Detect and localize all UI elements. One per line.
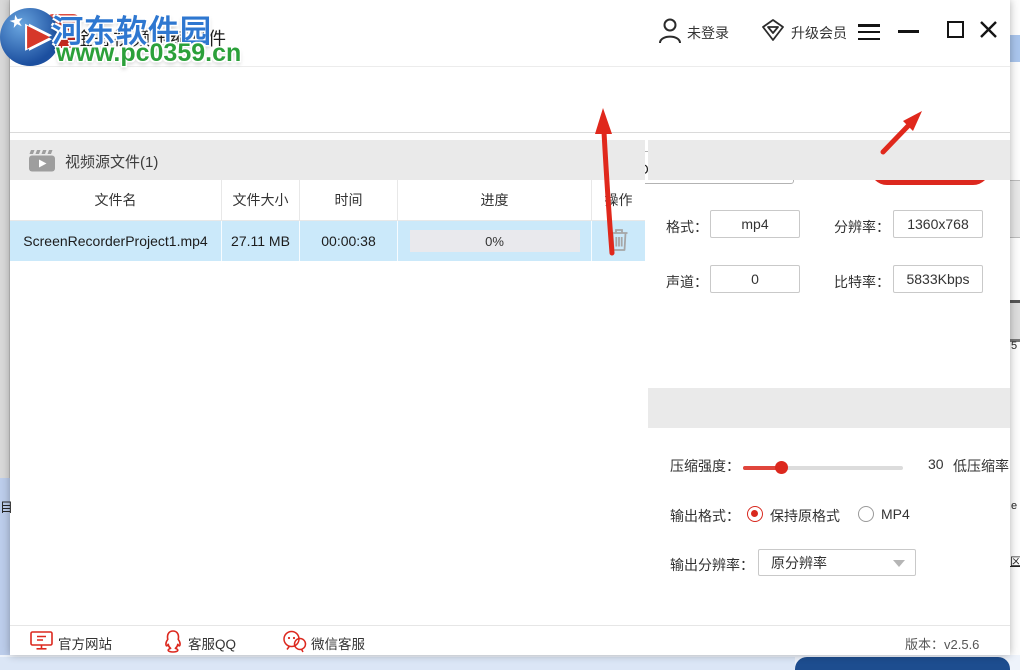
wechat-icon: [282, 630, 307, 658]
strength-value: 30: [928, 456, 944, 472]
user-account-button[interactable]: [658, 17, 682, 49]
output-resolution-label: 输出分辨率：: [670, 555, 754, 575]
maximize-button[interactable]: [947, 21, 964, 38]
row-filesize: 27.11 MB: [222, 221, 300, 261]
table-row[interactable]: ScreenRecorderProject1.mp4 27.11 MB 00:0…: [10, 221, 645, 261]
strength-slider-thumb[interactable]: [775, 461, 788, 474]
background-right-titleband: [1010, 35, 1020, 62]
bitrate-value: 5833Kbps: [893, 265, 983, 293]
close-button[interactable]: [979, 20, 998, 44]
radio-keep-format[interactable]: [747, 506, 763, 522]
settings-panel-header: 设置: [648, 388, 1010, 428]
delete-trash-icon[interactable]: [608, 227, 630, 255]
column-header-duration[interactable]: 时间: [300, 180, 398, 220]
background-right-block: [1010, 180, 1020, 238]
upgrade-member-label[interactable]: 升级会员: [791, 23, 847, 43]
diamond-icon: [760, 30, 786, 47]
user-icon: [658, 31, 682, 48]
background-bottom-light: [0, 657, 795, 670]
toolbar: 添加文件 添加文件夹 清除列表 输出目录： 原文件夹 自定义 开始压缩: [10, 67, 1010, 133]
info-panel-header: 视频信息: [648, 140, 1010, 180]
format-value: mp4: [710, 210, 800, 238]
output-resolution-value: 原分辨率: [771, 553, 827, 573]
app-title: 金舟视频压缩软件: [75, 25, 227, 51]
titlebar: ▶ 金舟视频压缩软件 未登录 升级会员: [10, 0, 1010, 67]
radio-mp4-label[interactable]: MP4: [881, 506, 910, 522]
strength-desc: 低压缩率: [953, 456, 1009, 476]
channels-label: 声道：: [660, 272, 708, 292]
background-fragment: 5: [1011, 340, 1017, 352]
wechat-service-link[interactable]: 微信客服: [311, 633, 365, 653]
strength-label: 压缩强度：: [670, 456, 740, 476]
film-icon: [28, 149, 56, 177]
channels-value: 0: [710, 265, 800, 293]
login-status-label[interactable]: 未登录: [687, 23, 729, 43]
row-filename: ScreenRecorderProject1.mp4: [10, 221, 222, 261]
footer: 官方网站 客服QQ 微信客服 版本：v2.5.6: [10, 625, 1010, 654]
output-format-label: 输出格式：: [670, 506, 740, 526]
website-link[interactable]: 官方网站: [58, 633, 112, 653]
table-header: 文件名 文件大小 时间 进度 操作: [10, 180, 645, 221]
column-header-progress[interactable]: 进度: [398, 180, 592, 220]
qq-service-link[interactable]: 客服QQ: [188, 633, 236, 653]
bitrate-label: 比特率：: [826, 272, 890, 292]
column-header-actions[interactable]: 操作: [592, 180, 645, 220]
format-label: 格式：: [660, 217, 708, 237]
row-progress-cell: 0%: [398, 221, 592, 261]
resolution-label: 分辨率：: [826, 217, 890, 237]
source-panel-header: 视频源文件(1): [10, 140, 645, 180]
version-label: 版本：v2.5.6: [905, 634, 979, 653]
background-bottom-blue-shape: [795, 657, 1010, 670]
radio-keep-format-label[interactable]: 保持原格式: [770, 506, 840, 526]
background-fragment: 目: [0, 497, 13, 516]
row-duration: 00:00:38: [300, 221, 398, 261]
row-actions-cell: [592, 221, 645, 261]
menu-button[interactable]: [858, 24, 880, 44]
background-right-lines: [1010, 300, 1020, 342]
chevron-down-icon: [893, 560, 905, 567]
background-fragment: 区: [1010, 553, 1020, 569]
close-icon: [979, 26, 998, 43]
app-window: ▶ 金舟视频压缩软件 未登录 升级会员 添加文件: [10, 0, 1010, 655]
radio-mp4[interactable]: [858, 506, 874, 522]
background-fragment: e: [1011, 500, 1017, 512]
column-header-filesize[interactable]: 文件大小: [222, 180, 300, 220]
website-monitor-icon: [30, 631, 53, 656]
hamburger-icon: [858, 24, 880, 40]
progress-bar: 0%: [410, 230, 580, 252]
minimize-button[interactable]: [898, 30, 919, 33]
upgrade-member-button[interactable]: [760, 18, 786, 48]
qq-icon: [162, 629, 184, 658]
output-resolution-dropdown[interactable]: 原分辨率: [758, 549, 916, 576]
resolution-value: 1360x768: [893, 210, 983, 238]
source-panel-title: 视频源文件(1): [65, 151, 158, 172]
column-header-filename[interactable]: 文件名: [10, 180, 222, 220]
